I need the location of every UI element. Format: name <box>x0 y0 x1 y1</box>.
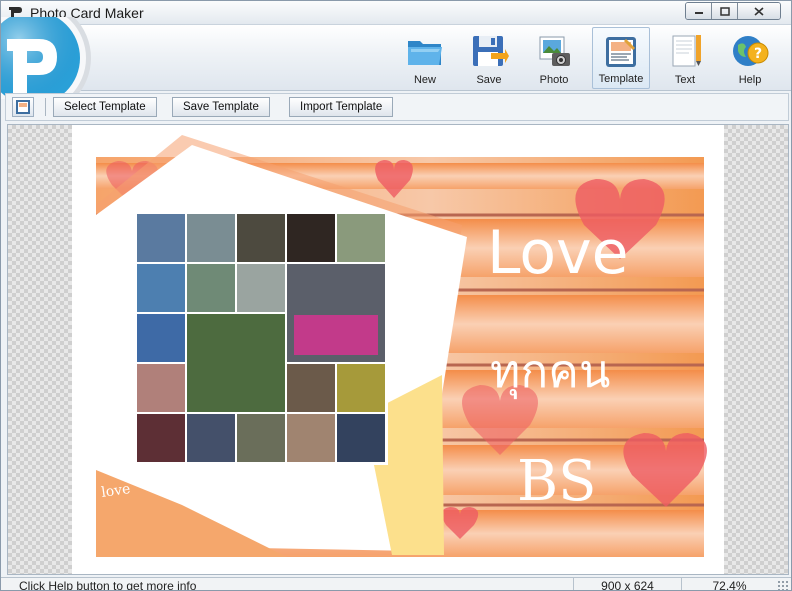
photo-label: Photo <box>539 74 569 86</box>
photo-tile[interactable] <box>137 314 185 362</box>
maximize-icon <box>719 6 730 16</box>
minimize-button[interactable] <box>686 3 712 19</box>
save-button[interactable]: Save <box>460 27 518 89</box>
window-controls <box>685 2 781 20</box>
brand-logo-icon <box>1 17 91 99</box>
help-globe-icon: ? <box>733 36 769 66</box>
import-template-button[interactable]: Import Template <box>289 97 394 117</box>
template-button[interactable]: Template <box>592 27 650 89</box>
close-icon <box>754 6 764 16</box>
minimize-icon <box>694 12 703 14</box>
photo-tile[interactable] <box>337 364 385 412</box>
template-mini-icon <box>16 100 30 114</box>
text-label: Text <box>674 74 696 86</box>
photo-tile[interactable] <box>137 214 185 262</box>
new-button[interactable]: New <box>396 27 454 89</box>
svg-text:?: ? <box>754 46 762 62</box>
photo-tile[interactable] <box>337 414 385 462</box>
photo-tile[interactable] <box>187 214 235 262</box>
photo-tile[interactable] <box>187 414 235 462</box>
toolbar-divider <box>45 98 46 116</box>
photo-tile[interactable] <box>137 414 185 462</box>
photo-tile[interactable] <box>337 214 385 262</box>
photo-button[interactable]: Photo <box>525 27 583 89</box>
photo-tile[interactable] <box>237 264 285 312</box>
photo-collage[interactable] <box>134 211 388 465</box>
status-zoom: 72.4% <box>681 578 777 590</box>
template-toolbar: Select Template Save Template Import Tem… <box>5 93 789 121</box>
text-button[interactable]: Text <box>656 27 714 89</box>
save-disk-icon <box>473 36 509 66</box>
love-text[interactable]: Love <box>487 218 629 288</box>
folder-icon <box>408 41 442 65</box>
canvas-area[interactable]: love Love ทุกคน BS <box>7 124 789 575</box>
card-page: love Love ทุกคน BS <box>72 125 724 575</box>
save-template-button[interactable]: Save Template <box>172 97 270 117</box>
help-button[interactable]: ? Help <box>721 27 779 89</box>
close-button[interactable] <box>738 3 780 19</box>
photo-tile[interactable] <box>237 214 285 262</box>
photo-tile[interactable] <box>287 364 335 412</box>
main-toolbar: New Save Photo Template Text ? Help <box>1 17 791 99</box>
template-mode-button[interactable] <box>12 97 34 117</box>
new-label: New <box>413 74 436 86</box>
text-pencil-icon <box>672 35 701 67</box>
photo-camera-icon <box>539 36 570 66</box>
select-template-button[interactable]: Select Template <box>53 97 157 117</box>
photo-tile[interactable] <box>287 214 335 262</box>
photo-tile[interactable] <box>187 264 235 312</box>
bs-text[interactable]: BS <box>517 449 597 514</box>
photo-tile[interactable] <box>137 364 185 412</box>
photo-card-artwork[interactable]: love Love ทุกคน BS <box>72 125 724 575</box>
resize-grip-icon[interactable] <box>777 580 788 590</box>
app-window: Photo Card Maker New Save Photo Template… <box>0 0 792 591</box>
save-label: Save <box>476 74 502 86</box>
photo-tile[interactable] <box>137 264 185 312</box>
help-label: Help <box>738 74 762 86</box>
status-canvas-size: 900 x 624 <box>573 578 681 590</box>
status-help-text: Click Help button to get more info <box>19 579 197 591</box>
photo-tile[interactable] <box>287 414 335 462</box>
template-icon <box>606 37 636 67</box>
template-label: Template <box>598 73 644 85</box>
maximize-button[interactable] <box>712 3 738 19</box>
thai-text[interactable]: ทุกคน <box>490 344 610 400</box>
photo-tile[interactable] <box>237 414 285 462</box>
title-bar: Photo Card Maker <box>1 1 791 25</box>
photo-tile-large[interactable] <box>187 314 285 412</box>
status-bar: Click Help button to get more info 900 x… <box>1 577 791 591</box>
